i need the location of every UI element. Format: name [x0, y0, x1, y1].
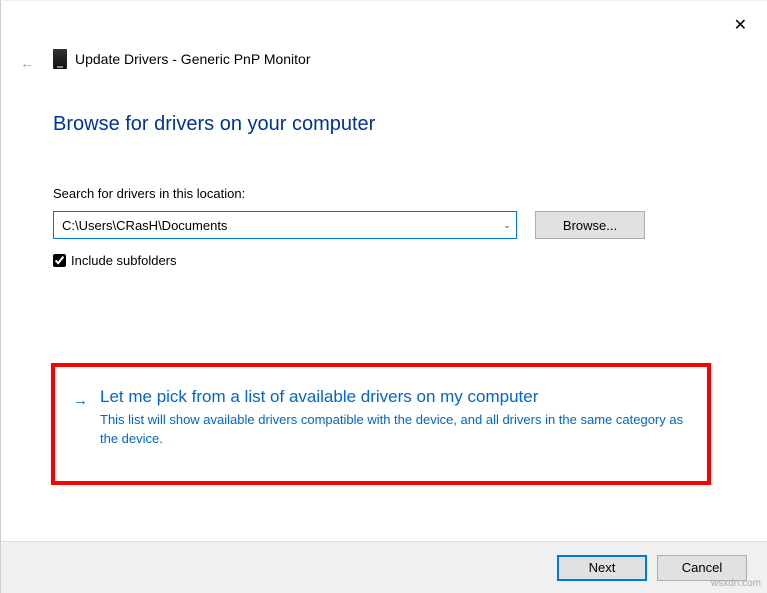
browse-button[interactable]: Browse...	[535, 211, 645, 239]
arrow-right-icon: →	[73, 392, 88, 409]
highlighted-option-box: → Let me pick from a list of available d…	[51, 363, 711, 485]
header: Update Drivers - Generic PnP Monitor	[53, 49, 311, 69]
page-title: Browse for drivers on your computer	[53, 113, 727, 136]
include-subfolders-checkbox[interactable]	[53, 254, 66, 267]
path-input[interactable]	[54, 212, 498, 238]
chevron-down-icon[interactable]: ⌄	[498, 220, 516, 231]
watermark: wsxdn.com	[711, 578, 761, 589]
back-arrow-icon[interactable]: ←	[20, 55, 34, 71]
path-combobox[interactable]: ⌄	[53, 211, 517, 239]
window-title: Update Drivers - Generic PnP Monitor	[75, 51, 311, 67]
next-button[interactable]: Next	[557, 555, 647, 581]
option-description: This list will show available drivers co…	[100, 411, 689, 449]
pick-from-list-option[interactable]: → Let me pick from a list of available d…	[73, 387, 689, 449]
footer: Next Cancel	[1, 541, 767, 593]
close-icon: ✕	[734, 17, 747, 34]
monitor-icon	[53, 49, 67, 69]
option-title: Let me pick from a list of available dri…	[100, 387, 689, 407]
close-button[interactable]: ✕	[734, 15, 747, 35]
include-subfolders-row[interactable]: Include subfolders	[53, 253, 727, 268]
search-label: Search for drivers in this location:	[53, 186, 727, 201]
include-subfolders-label: Include subfolders	[71, 253, 177, 268]
cancel-button[interactable]: Cancel	[657, 555, 747, 581]
